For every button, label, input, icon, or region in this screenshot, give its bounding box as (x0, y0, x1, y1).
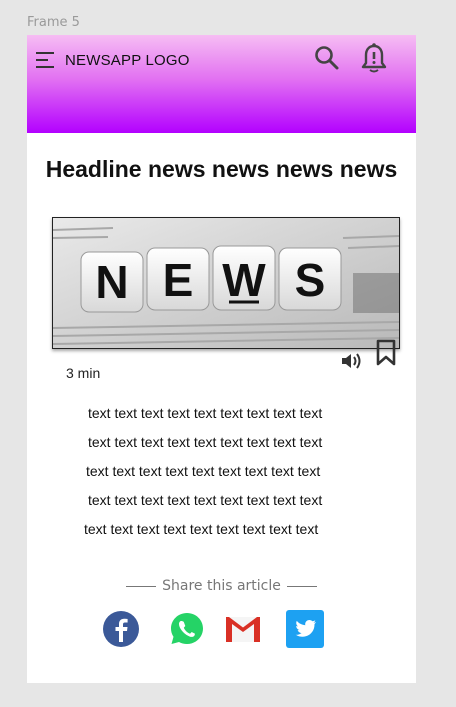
menu-icon[interactable] (36, 50, 56, 70)
twitter-icon[interactable] (285, 609, 325, 649)
body-line: text text text text text text text text … (88, 405, 323, 421)
whatsapp-icon[interactable] (167, 609, 207, 649)
body-line: text text text text text text text text … (84, 521, 319, 537)
bell-alert-icon[interactable] (360, 42, 388, 74)
svg-text:N: N (95, 256, 128, 308)
share-heading: Share this article (27, 578, 416, 594)
divider (126, 585, 157, 587)
divider (286, 585, 317, 587)
share-label: Share this article (162, 578, 281, 594)
bookmark-icon[interactable] (375, 339, 397, 367)
gmail-icon[interactable] (223, 609, 263, 649)
article-headline: Headline news news news news (45, 156, 398, 182)
svg-text:S: S (295, 254, 326, 306)
body-line: text text text text text text text text … (88, 434, 323, 450)
svg-text:W: W (222, 254, 266, 306)
body-line: text text text text text text text text … (88, 492, 323, 508)
app-header: NEWSAPP LOGO (27, 35, 416, 133)
speaker-icon[interactable] (340, 351, 364, 371)
search-icon[interactable] (313, 44, 341, 72)
svg-text:E: E (163, 254, 194, 306)
article-image[interactable]: N E W S (52, 217, 400, 349)
frame-label: Frame 5 (27, 15, 80, 30)
phone-screen: NEWSAPP LOGO Headline news news news new… (27, 35, 416, 683)
article-body: text text text text text text text text … (81, 404, 381, 549)
facebook-icon[interactable] (101, 609, 141, 649)
read-time: 3 min (66, 365, 101, 381)
app-logo[interactable]: NEWSAPP LOGO (65, 52, 190, 69)
body-line: text text text text text text text text … (86, 463, 321, 479)
